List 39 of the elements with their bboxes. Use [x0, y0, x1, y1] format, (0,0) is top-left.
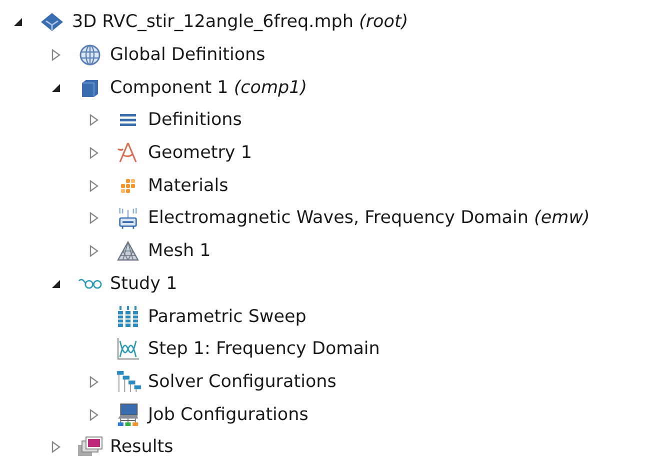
diamond-icon	[39, 12, 65, 32]
computer-icon	[117, 402, 139, 427]
steps-icon	[116, 370, 140, 394]
monitors-icon	[77, 436, 103, 458]
expand-arrow-icon[interactable]	[88, 408, 100, 421]
expand-arrow-icon[interactable]	[88, 376, 100, 388]
tree-item[interactable]: Component 1 (comp1)	[110, 78, 308, 98]
list-icon	[120, 113, 136, 128]
globe-icon	[79, 44, 101, 66]
expand-arrow-icon[interactable]	[50, 441, 62, 454]
tree-item[interactable]: Materials	[148, 176, 228, 196]
glasses-icon	[78, 277, 102, 290]
tree-item[interactable]: Job Configurations	[148, 404, 308, 425]
tree-item[interactable]: Electromagnetic Waves, Frequency Domain (emw)	[148, 208, 590, 228]
expand-arrow-icon[interactable]	[88, 245, 100, 258]
wave-chart-icon	[116, 337, 140, 362]
tree-item[interactable]: 3D RVC_stir_12angle_6freq.mph (root)	[72, 12, 408, 32]
dots-icon	[120, 178, 136, 194]
expand-arrow-icon[interactable]	[88, 114, 100, 126]
collapse-arrow-icon[interactable]	[50, 278, 62, 289]
expand-arrow-icon[interactable]	[50, 49, 62, 62]
collapse-arrow-icon[interactable]	[12, 17, 24, 28]
tree-item[interactable]: Geometry 1	[148, 143, 252, 164]
collapse-arrow-icon[interactable]	[50, 82, 62, 93]
tree-item[interactable]: Mesh 1	[148, 241, 211, 262]
expand-arrow-icon[interactable]	[88, 212, 100, 224]
expand-arrow-icon[interactable]	[88, 180, 100, 192]
tree-item[interactable]: Results	[110, 437, 174, 458]
antenna-icon	[118, 206, 138, 230]
tree-item[interactable]: Definitions	[148, 110, 242, 130]
expand-arrow-icon[interactable]	[88, 147, 100, 160]
triangle-mesh-icon	[117, 241, 139, 262]
tree-item[interactable]: Global Definitions	[110, 45, 266, 66]
stacks-icon	[117, 306, 139, 328]
tree-item[interactable]: Parametric Sweep	[148, 306, 306, 327]
tree-item[interactable]: Study 1	[110, 274, 178, 294]
tree-item[interactable]: Step 1: Frequency Domain	[148, 339, 380, 360]
cube-icon	[80, 78, 100, 98]
tree-item[interactable]: Solver Configurations	[148, 372, 336, 392]
